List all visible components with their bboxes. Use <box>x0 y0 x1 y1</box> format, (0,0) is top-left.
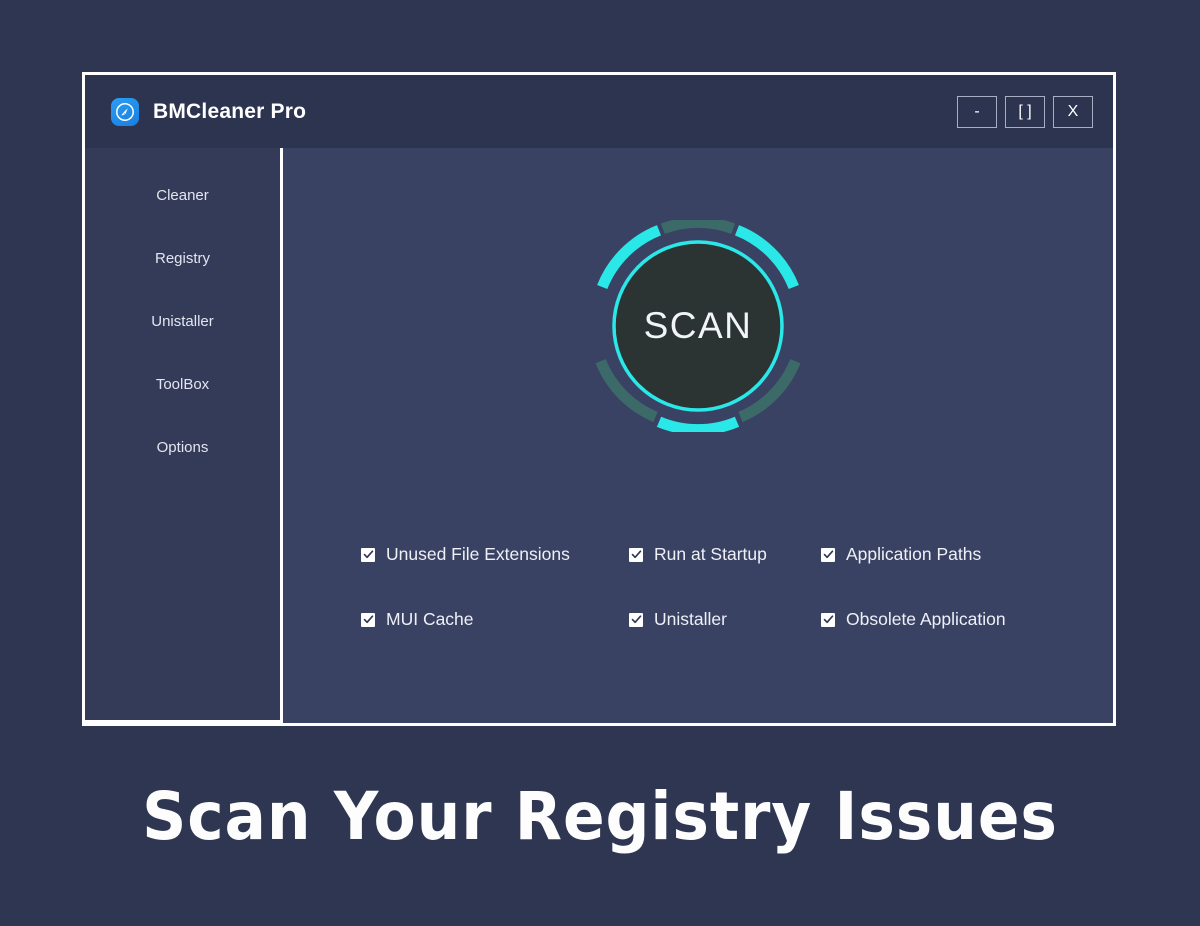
broom-app-icon <box>111 97 139 126</box>
close-button[interactable]: X <box>1053 95 1093 128</box>
checkbox-checked-icon[interactable] <box>361 612 375 627</box>
option-run-at-startup[interactable]: Run at Startup <box>629 544 821 565</box>
checkbox-checked-icon[interactable] <box>361 547 375 562</box>
sidebar-item-label: Cleaner <box>156 187 209 204</box>
sidebar: Cleaner Registry Unistaller ToolBox Opti… <box>85 148 283 723</box>
sidebar-item-label: Options <box>156 439 209 456</box>
option-label: Unistaller <box>654 609 727 629</box>
app-window: BMCleaner Pro - [ ] X Cleaner Registry U… <box>82 72 1116 726</box>
option-obsolete-application[interactable]: Obsolete Application <box>821 609 1043 630</box>
sidebar-item-registry[interactable]: Registry <box>85 227 280 290</box>
title-bar: BMCleaner Pro - [ ] X <box>85 75 1113 148</box>
minimize-button[interactable]: - <box>957 95 997 128</box>
option-mui-cache[interactable]: MUI Cache <box>361 609 629 630</box>
option-label: Run at Startup <box>654 544 767 564</box>
option-label: Application Paths <box>846 544 982 564</box>
sidebar-item-toolbox[interactable]: ToolBox <box>85 353 280 416</box>
sidebar-item-cleaner[interactable]: Cleaner <box>85 164 280 227</box>
option-unistaller[interactable]: Unistaller <box>629 609 821 630</box>
option-label: Unused File Extensions <box>386 544 570 564</box>
checkbox-checked-icon[interactable] <box>629 547 643 562</box>
option-application-paths[interactable]: Application Paths <box>821 544 1043 565</box>
checkbox-checked-icon[interactable] <box>629 612 643 627</box>
sidebar-item-label: Unistaller <box>151 313 214 330</box>
maximize-button[interactable]: [ ] <box>1005 95 1045 128</box>
window-body: Cleaner Registry Unistaller ToolBox Opti… <box>85 148 1113 723</box>
checkbox-checked-icon[interactable] <box>821 547 835 562</box>
sidebar-item-options[interactable]: Options <box>85 416 280 479</box>
app-title: BMCleaner Pro <box>153 99 307 123</box>
option-label: Obsolete Application <box>846 609 1006 629</box>
sidebar-item-label: Registry <box>154 250 210 267</box>
page-caption: Scan Your Registry Issues <box>142 778 1058 855</box>
app-identity: BMCleaner Pro <box>111 97 307 126</box>
window-controls: - [ ] X <box>957 95 1093 128</box>
sidebar-item-label: ToolBox <box>155 376 210 393</box>
option-unused-file-extensions[interactable]: Unused File Extensions <box>361 544 629 565</box>
content-area: SCAN Unused File Extensions Run at Start… <box>283 148 1113 723</box>
scan-options-grid: Unused File Extensions Run at Startup Ap… <box>283 544 1113 630</box>
checkbox-checked-icon[interactable] <box>821 612 835 627</box>
scan-button[interactable]: SCAN <box>592 220 804 432</box>
option-label: MUI Cache <box>386 609 474 629</box>
sidebar-item-unistaller[interactable]: Unistaller <box>85 290 280 353</box>
